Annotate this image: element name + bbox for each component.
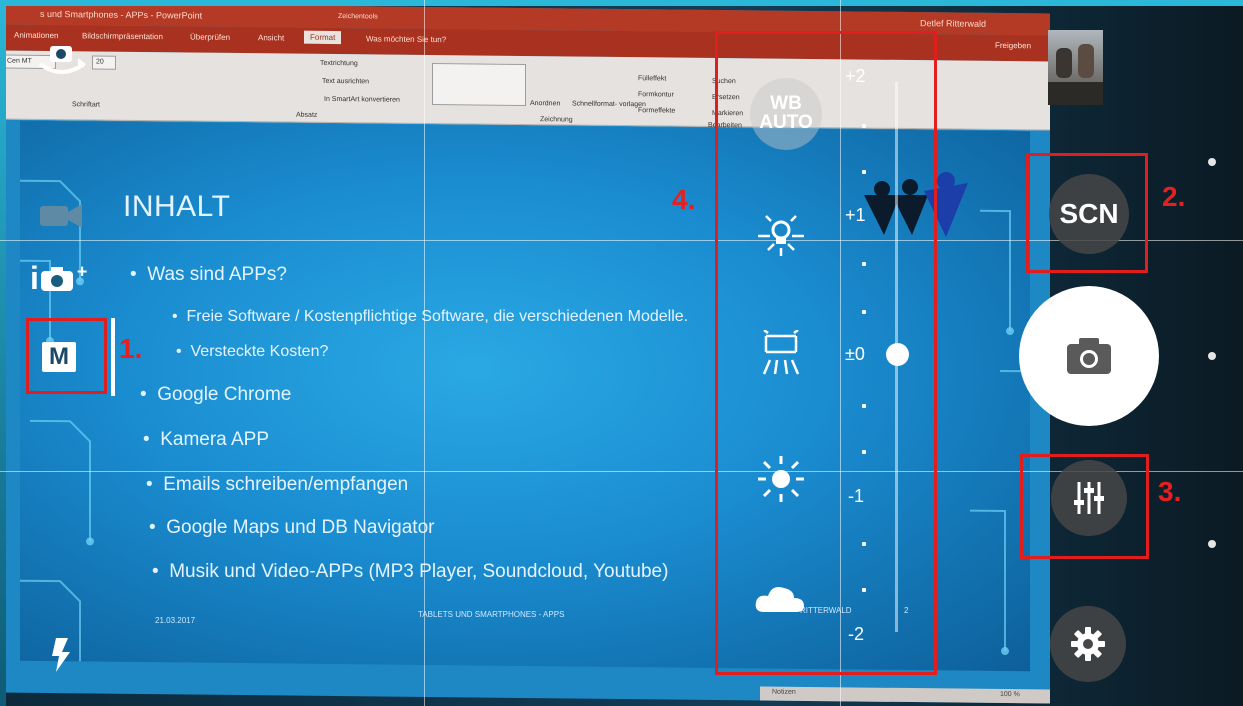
settings-gear-button[interactable] xyxy=(1050,606,1126,682)
wb-auto-button[interactable]: WB AUTO xyxy=(750,78,822,150)
ppt-formeffekte: Formeffekte xyxy=(638,107,676,115)
wb-daylight-icon[interactable] xyxy=(756,454,806,504)
ppt-group-label: Zeichnung xyxy=(540,116,573,124)
camera-viewfinder: s und Smartphones - APPs - PowerPoint Ze… xyxy=(0,0,1243,706)
reflection-dot xyxy=(1208,158,1216,166)
ppt-formkontur: Formkontur xyxy=(638,91,674,99)
ppt-tab: Bildschirmpräsentation xyxy=(82,31,163,42)
ev-tick xyxy=(862,170,866,174)
slide-footer-title: TABLETS UND SMARTPHONES - APPS xyxy=(418,610,565,619)
ev-tick xyxy=(862,404,866,408)
ev-label-minus1: -1 xyxy=(848,486,865,506)
slide-bullet: • Google Chrome xyxy=(140,384,292,405)
annotation-box-1 xyxy=(26,318,107,394)
gear-icon xyxy=(1071,627,1105,661)
ev-tick xyxy=(862,124,866,128)
scn-label: SCN xyxy=(1059,198,1119,229)
ev-tick xyxy=(862,450,866,454)
ppt-tab: Ansicht xyxy=(258,33,285,43)
active-mode-indicator xyxy=(111,318,115,396)
slide-frame-top xyxy=(0,0,1243,6)
viewfinder-grid-line xyxy=(424,0,425,706)
ppt-share: Freigeben xyxy=(995,40,1032,51)
ppt-group-label: Schriftart xyxy=(72,101,101,109)
ppt-tell-me: Was möchten Sie tun? xyxy=(366,34,447,45)
wb-cloudy-icon[interactable] xyxy=(754,582,806,616)
slide-bullet: • Emails schreiben/empfangen xyxy=(146,474,409,495)
ev-label-plus2: +2 xyxy=(845,66,866,86)
ev-label-plus1: +1 xyxy=(845,205,866,225)
slide-bullet: • Freie Software / Kostenpflichtige Soft… xyxy=(172,308,689,325)
ppt-tab: Animationen xyxy=(14,30,59,41)
scene-mode-button[interactable]: SCN xyxy=(1049,174,1129,254)
slide-footer-date: 21.03.2017 xyxy=(155,616,196,625)
annotation-number-2: 2. xyxy=(1162,181,1186,212)
exposure-slider-knob[interactable] xyxy=(886,343,909,366)
ev-tick xyxy=(862,310,866,314)
settings-sliders-button[interactable] xyxy=(1051,460,1127,536)
last-photo-thumbnail[interactable] xyxy=(1048,30,1103,105)
camera-icon xyxy=(1067,338,1111,374)
ppt-text-ausrichten: Text ausrichten xyxy=(322,77,370,86)
ppt-group-label: Absatz xyxy=(296,111,318,119)
switch-camera-icon[interactable] xyxy=(36,42,88,80)
slide-bullet: • Musik und Video-APPs (MP3 Player, Soun… xyxy=(152,561,669,582)
ev-tick xyxy=(862,588,866,592)
ppt-window-title: s und Smartphones - APPs - PowerPoint xyxy=(40,8,203,21)
ev-tick xyxy=(862,262,866,266)
ppt-shapes-gallery xyxy=(432,63,526,107)
ppt-textrichtung: Textrichtung xyxy=(320,59,358,68)
ppt-status-bar: Notizen 100 % xyxy=(760,686,1050,704)
wb-label: WB xyxy=(770,93,802,114)
ev-label-zero: ±0 xyxy=(845,344,865,364)
video-mode-icon[interactable] xyxy=(38,200,84,230)
reflection-dot xyxy=(1208,540,1216,548)
wb-fluorescent-icon[interactable] xyxy=(756,330,806,378)
ppt-context-tab: Zeichentools xyxy=(338,13,378,21)
slide-bullet: • Google Maps und DB Navigator xyxy=(149,517,435,538)
shutter-button[interactable] xyxy=(1019,286,1159,426)
ppt-tab-format: Format xyxy=(304,30,342,45)
slide-bullet: • Versteckte Kosten? xyxy=(176,343,329,360)
ppt-smartart: In SmartArt konvertieren xyxy=(324,95,400,104)
flash-icon[interactable] xyxy=(48,636,74,674)
ppt-schnellformat: Schnellformat- vorlagen xyxy=(572,100,646,109)
slide-bullet: • Was sind APPs? xyxy=(130,264,287,285)
slide-title: INHALT xyxy=(123,190,231,223)
annotation-number-3: 3. xyxy=(1158,476,1182,507)
reflection-dot xyxy=(1208,352,1216,360)
annotation-number-1: 1. xyxy=(119,333,143,364)
camera-small-icon xyxy=(40,267,73,291)
wb-auto-label: AUTO xyxy=(759,112,813,133)
slide-frame-left xyxy=(0,0,6,706)
ev-tick xyxy=(862,542,866,546)
slide-bullet: • Kamera APP xyxy=(143,429,269,450)
ev-label-minus2: -2 xyxy=(848,624,865,644)
ppt-font-size-box: 20 xyxy=(92,55,116,70)
ppt-tab: Überprüfen xyxy=(190,32,231,42)
annotation-number-4: 4. xyxy=(672,184,696,215)
superior-auto-icon[interactable]: i + xyxy=(30,260,87,297)
wb-incandescent-icon[interactable] xyxy=(756,212,806,258)
ppt-fuelleffekt: Fülleffekt xyxy=(638,75,667,83)
sliders-icon xyxy=(1074,482,1104,514)
ppt-anordnen: Anordnen xyxy=(530,100,561,108)
